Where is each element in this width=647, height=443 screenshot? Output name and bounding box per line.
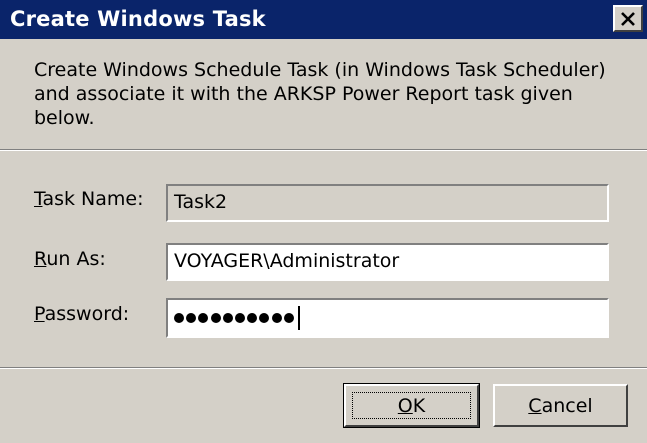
run-as-label: Run As: bbox=[34, 248, 106, 270]
separator-top bbox=[0, 149, 647, 151]
password-dot bbox=[283, 313, 294, 323]
password-dot bbox=[234, 313, 245, 323]
cancel-label-text: ancel bbox=[541, 394, 593, 417]
dialog-title: Create Windows Task bbox=[10, 7, 266, 31]
password-dot bbox=[222, 313, 233, 323]
title-bar[interactable]: Create Windows Task bbox=[0, 0, 647, 39]
task-name-value: Task2 bbox=[174, 191, 228, 213]
password-label-text: assword: bbox=[44, 303, 130, 325]
separator-bottom bbox=[0, 367, 647, 369]
password-label-accesskey: P bbox=[34, 303, 45, 325]
run-as-label-text: un As: bbox=[46, 248, 106, 270]
ok-button[interactable]: OK bbox=[343, 383, 480, 428]
cancel-accesskey: C bbox=[528, 394, 542, 417]
cancel-button-label: Cancel bbox=[528, 395, 592, 417]
close-icon bbox=[621, 11, 635, 26]
cancel-button[interactable]: Cancel bbox=[493, 384, 628, 427]
password-dot bbox=[271, 313, 282, 323]
password-field[interactable] bbox=[166, 298, 609, 338]
password-dot bbox=[174, 313, 184, 323]
description-text: Create Windows Schedule Task (in Windows… bbox=[34, 59, 606, 129]
task-name-label-text: ask Name: bbox=[42, 188, 144, 210]
task-name-field[interactable]: Task2 bbox=[166, 184, 609, 222]
password-dot bbox=[198, 313, 209, 323]
task-name-label: Task Name: bbox=[34, 188, 144, 210]
run-as-value: VOYAGER\Administrator bbox=[174, 250, 400, 272]
text-caret bbox=[297, 306, 300, 330]
password-masked-value bbox=[174, 300, 601, 336]
run-as-field[interactable]: VOYAGER\Administrator bbox=[166, 243, 609, 281]
password-label: Password: bbox=[34, 303, 129, 325]
password-dot bbox=[247, 313, 258, 323]
close-button[interactable] bbox=[613, 5, 643, 32]
ok-focus-rect bbox=[352, 392, 471, 419]
password-dot bbox=[210, 313, 221, 323]
password-dot bbox=[186, 313, 197, 323]
create-windows-task-dialog: Create Windows Task Create Windows Sched… bbox=[0, 0, 647, 443]
run-as-label-accesskey: R bbox=[34, 248, 47, 270]
password-dot bbox=[259, 313, 270, 323]
